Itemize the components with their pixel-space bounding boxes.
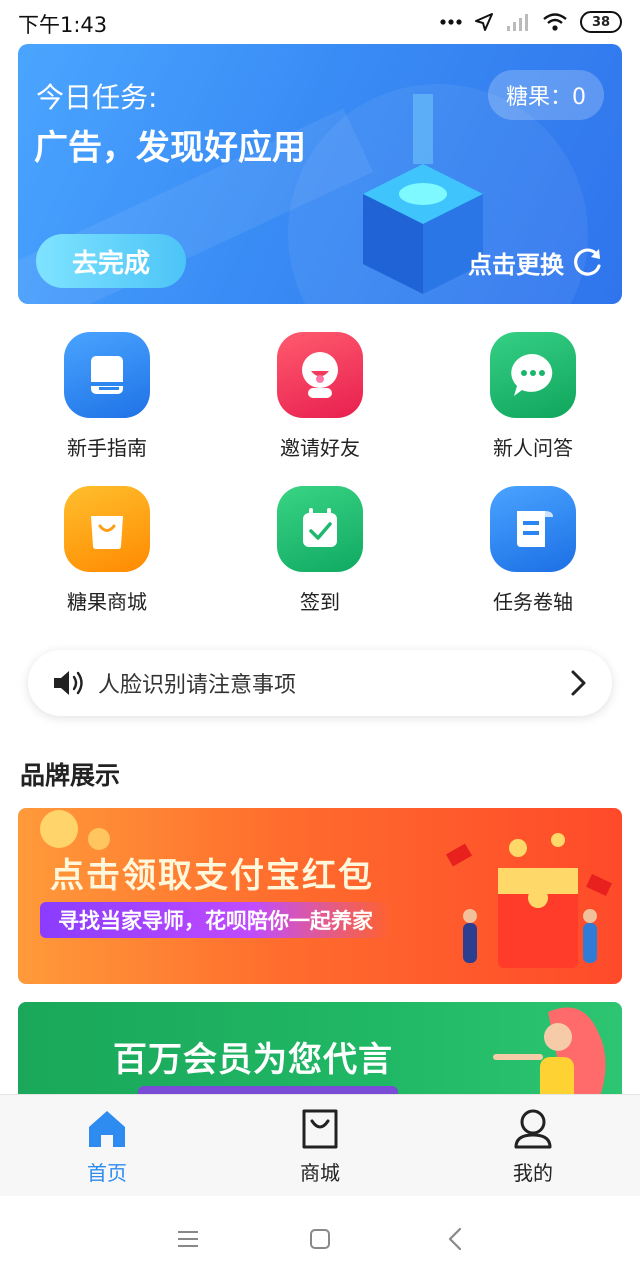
grid-item-newbie-guide[interactable]: 新手指南 xyxy=(17,332,197,472)
status-icons: 38 xyxy=(440,10,622,34)
tab-label: 我的 xyxy=(513,1161,553,1185)
coin-decoration xyxy=(40,810,78,848)
back-chevron-icon xyxy=(448,1227,462,1251)
grid-item-label: 新手指南 xyxy=(67,436,147,460)
home-system-button[interactable] xyxy=(305,1224,335,1254)
grid-item-check-in[interactable]: 签到 xyxy=(230,486,410,626)
menu-lines-icon xyxy=(178,1231,198,1247)
notice-bar[interactable]: 人脸识别请注意事项 xyxy=(28,650,612,716)
bag-icon xyxy=(302,1109,338,1149)
tab-mine[interactable]: 我的 xyxy=(453,1107,613,1187)
task-banner[interactable]: 今日任务: 广告，发现好应用 糖果：0 去完成 点击更换 xyxy=(18,44,622,304)
tab-mall[interactable]: 商城 xyxy=(240,1107,400,1187)
grid-item-newbie-qa[interactable]: 新人问答 xyxy=(443,332,623,472)
speaker-icon xyxy=(54,671,83,695)
grid-item-task-scroll[interactable]: 任务卷轴 xyxy=(443,486,623,626)
red-envelope-illustration xyxy=(445,833,612,968)
task-headline: 广告，发现好应用 xyxy=(34,128,306,168)
signal-icon xyxy=(507,14,528,31)
calendar-check-icon xyxy=(277,486,363,572)
battery-indicator: 38 xyxy=(580,11,622,33)
grid-item-label: 任务卷轴 xyxy=(493,590,573,614)
grid-item-candy-mall[interactable]: 糖果商城 xyxy=(17,486,197,626)
tab-label: 商城 xyxy=(300,1161,340,1185)
more-dots-icon xyxy=(440,19,462,25)
recent-apps-button[interactable] xyxy=(173,1224,203,1254)
brand-banner-subtitle: 寻找当家导师，花呗陪你一起养家 xyxy=(40,902,391,938)
status-bar: 下午1:43 38 xyxy=(0,0,640,44)
grid-item-label: 新人问答 xyxy=(493,436,573,460)
grid-item-label: 糖果商城 xyxy=(67,590,147,614)
brand-banner-title: 百万会员为您代言 xyxy=(113,1040,393,1080)
grid-item-label: 邀请好友 xyxy=(280,436,360,460)
chat-bubble-icon xyxy=(490,332,576,418)
brand-section-title: 品牌展示 xyxy=(20,761,121,790)
book-icon xyxy=(64,332,150,418)
coin-decoration xyxy=(88,828,110,850)
switch-task-button[interactable]: 点击更换 xyxy=(468,244,604,280)
user-icon xyxy=(514,1109,552,1149)
go-complete-button[interactable]: 去完成 xyxy=(36,234,186,288)
back-system-button[interactable] xyxy=(440,1224,470,1254)
tab-label: 首页 xyxy=(87,1161,127,1185)
brand-banner-title: 点击领取支付宝红包 xyxy=(50,856,374,896)
notice-text: 人脸识别请注意事项 xyxy=(98,673,297,698)
tab-home[interactable]: 首页 xyxy=(27,1107,187,1187)
shopping-bag-icon xyxy=(64,486,150,572)
chevron-right-icon xyxy=(571,670,586,696)
wifi-icon xyxy=(543,13,567,31)
refresh-icon xyxy=(574,248,601,276)
grid-item-invite-friends[interactable]: 邀请好友 xyxy=(230,332,410,472)
home-icon xyxy=(89,1111,125,1147)
location-arrow-icon xyxy=(475,13,493,31)
smiley-person-icon xyxy=(277,332,363,418)
scroll-icon xyxy=(490,486,576,572)
brand-banner-alipay[interactable]: 点击领取支付宝红包 寻找当家导师，花呗陪你一起养家 xyxy=(18,808,622,984)
task-label: 今日任务: xyxy=(36,81,158,114)
status-time: 下午1:43 xyxy=(18,13,108,37)
candy-count-badge: 糖果：0 xyxy=(488,70,604,120)
grid-item-label: 签到 xyxy=(300,590,340,614)
switch-task-label: 点击更换 xyxy=(468,250,564,279)
system-navigation-bar xyxy=(0,1196,640,1280)
bottom-tab-bar: 首页 商城 我的 xyxy=(0,1094,640,1196)
square-icon xyxy=(310,1229,330,1249)
